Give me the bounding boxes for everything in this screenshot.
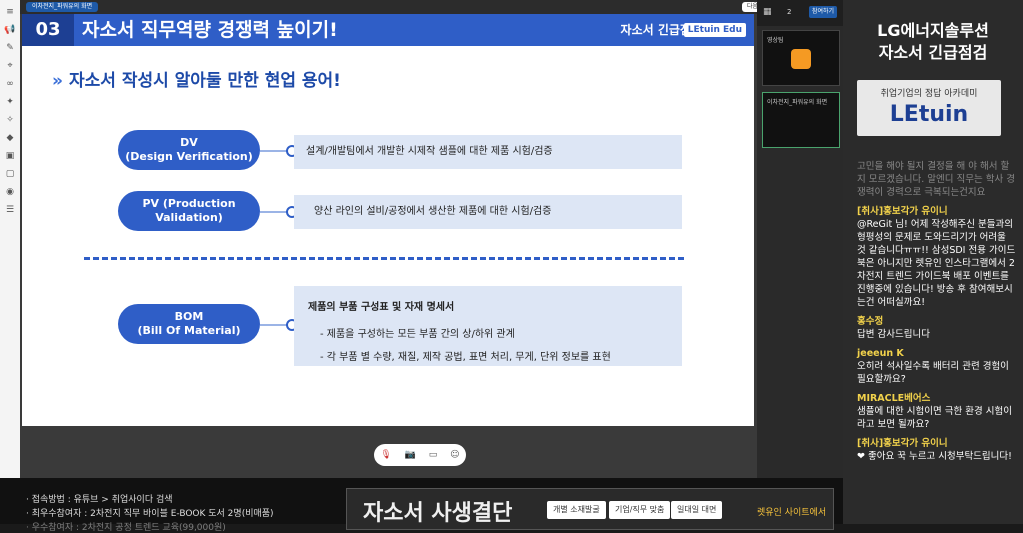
link-icon[interactable]: ∞ [4,78,16,90]
slide-title: 자소서 직무역량 경쟁력 높이기! [82,19,338,41]
banner-button[interactable]: 기업/직무 맞춤 [609,501,671,519]
chat-message: [취사]홍보각가 유이니 @ReGit 님! 어제 작성해주신 분들과의 형평성의… [857,206,1016,308]
banner-button[interactable]: 개별 소재발굴 [547,501,606,519]
chat-message: 홍수정 답변 감사드립니다 [857,316,930,340]
term-desc-dv: 설계/개발팀에서 개발한 시제작 샘플에 대한 제품 시험/검증 [294,135,682,169]
double-chevron-icon: » [52,71,63,91]
menu-icon[interactable]: ≡ [4,6,16,18]
banner-button[interactable]: 일대일 대면 [671,501,723,519]
emoji-icon[interactable]: ☺ [450,450,459,460]
academy-logo: 취업기업의 정답 아카데미 LEtuin [857,80,1001,136]
pen-icon[interactable]: ✎ [4,42,16,54]
participants-header: ▦ 2 참여하기 [757,0,843,26]
join-button[interactable]: 참여하기 [809,6,837,18]
media-controls: 🎙 📷 ▭ ☺ [374,444,466,466]
mic-off-icon[interactable]: 🎙 [380,450,391,460]
chat-message: [취사]홍보각가 유이니 ❤ 좋아요 꾹 누르고 시청부탁드립니다! [857,438,1012,462]
term-pill-pv: PV (Production Validation) [118,191,260,231]
video-tile[interactable]: 영상팀 [762,30,840,86]
avatar [791,49,811,69]
tool-icon[interactable]: ◆ [4,132,16,144]
participants-panel: ▦ 2 참여하기 영상팀 이차전지_파워유의 화면 [757,0,843,478]
camera-off-icon[interactable]: 📷 [405,450,416,460]
participant-count: 2 [787,8,792,16]
term-desc-bom: 제품의 부품 구성표 및 자재 명세서 - 제품을 구성하는 모든 부품 간의 … [294,286,682,366]
chat-message: jeeeun K 오히려 석사일수록 배터리 관련 경험이 필요할까요? [857,348,1009,385]
term-pill-bom: BOM (Bill Of Material) [118,304,260,344]
screen-tab[interactable]: 이차전지_파워유의 화면 [26,2,99,12]
users-icon[interactable]: ◉ [4,186,16,198]
term-desc-pv: 양산 라인의 설비/공정에서 생산한 제품에 대한 시험/검증 [294,195,682,229]
chat-message: 고민을 해야 될지 결정을 해 야 해서 할지 모르겠습니다. 알엔디 직무는 … [857,161,1015,198]
left-toolbar: ≡ 📢 ✎ ⌖ ∞ ✦ ✧ ◆ ▣ ▢ ◉ ☰ [0,0,21,478]
pin-icon[interactable]: ⌖ [4,60,16,72]
gift-icon[interactable]: ▣ [4,150,16,162]
slide-header: 03 자소서 직무역량 경쟁력 높이기! 자소서 긴급점검 LEtuin Edu [22,14,754,46]
term-pill-dv: DV (Design Verification) [118,130,260,170]
app-window: 이차전지_파워유의 화면 다음 03 자소서 직무역량 경쟁력 높이기! 자소서… [20,0,843,478]
megaphone-icon[interactable]: 📢 [4,24,16,36]
chat-message: MIRACLE베어스 샘플에 대한 시험이면 극한 환경 시험이라고 보면 될까요… [857,393,1012,430]
chat-messages: 고민을 해야 될지 결정을 해 야 해서 할지 모르겠습니다. 알엔디 직무는 … [857,160,1017,469]
grid-icon[interactable]: ▦ [763,7,772,17]
image-icon[interactable]: ▢ [4,168,16,180]
tool-icon[interactable]: ✦ [4,96,16,108]
chat-title: LG에너지솔루션 자소서 긴급점검 [877,21,989,62]
letuin-logo: LEtuin Edu [683,23,746,37]
tool-icon[interactable]: ✧ [4,114,16,126]
presentation-slide: 03 자소서 직무역량 경쟁력 높이기! 자소서 긴급점검 LEtuin Edu… [22,14,754,426]
slide-number: 03 [22,14,74,46]
dashed-divider [84,257,684,260]
top-strip: 이차전지_파워유의 화면 다음 [20,0,843,14]
screen-share-icon[interactable]: ▭ [429,450,438,460]
video-tile[interactable]: 이차전지_파워유의 화면 [762,92,840,148]
live-chat-panel: LG에너지솔루션 자소서 긴급점검 취업기업의 정답 아카데미 LEtuin 고… [843,0,1023,524]
slide-subtitle: » 자소서 작성시 알아둘 만한 현업 용어! [52,71,341,91]
chat-icon[interactable]: ☰ [4,204,16,216]
